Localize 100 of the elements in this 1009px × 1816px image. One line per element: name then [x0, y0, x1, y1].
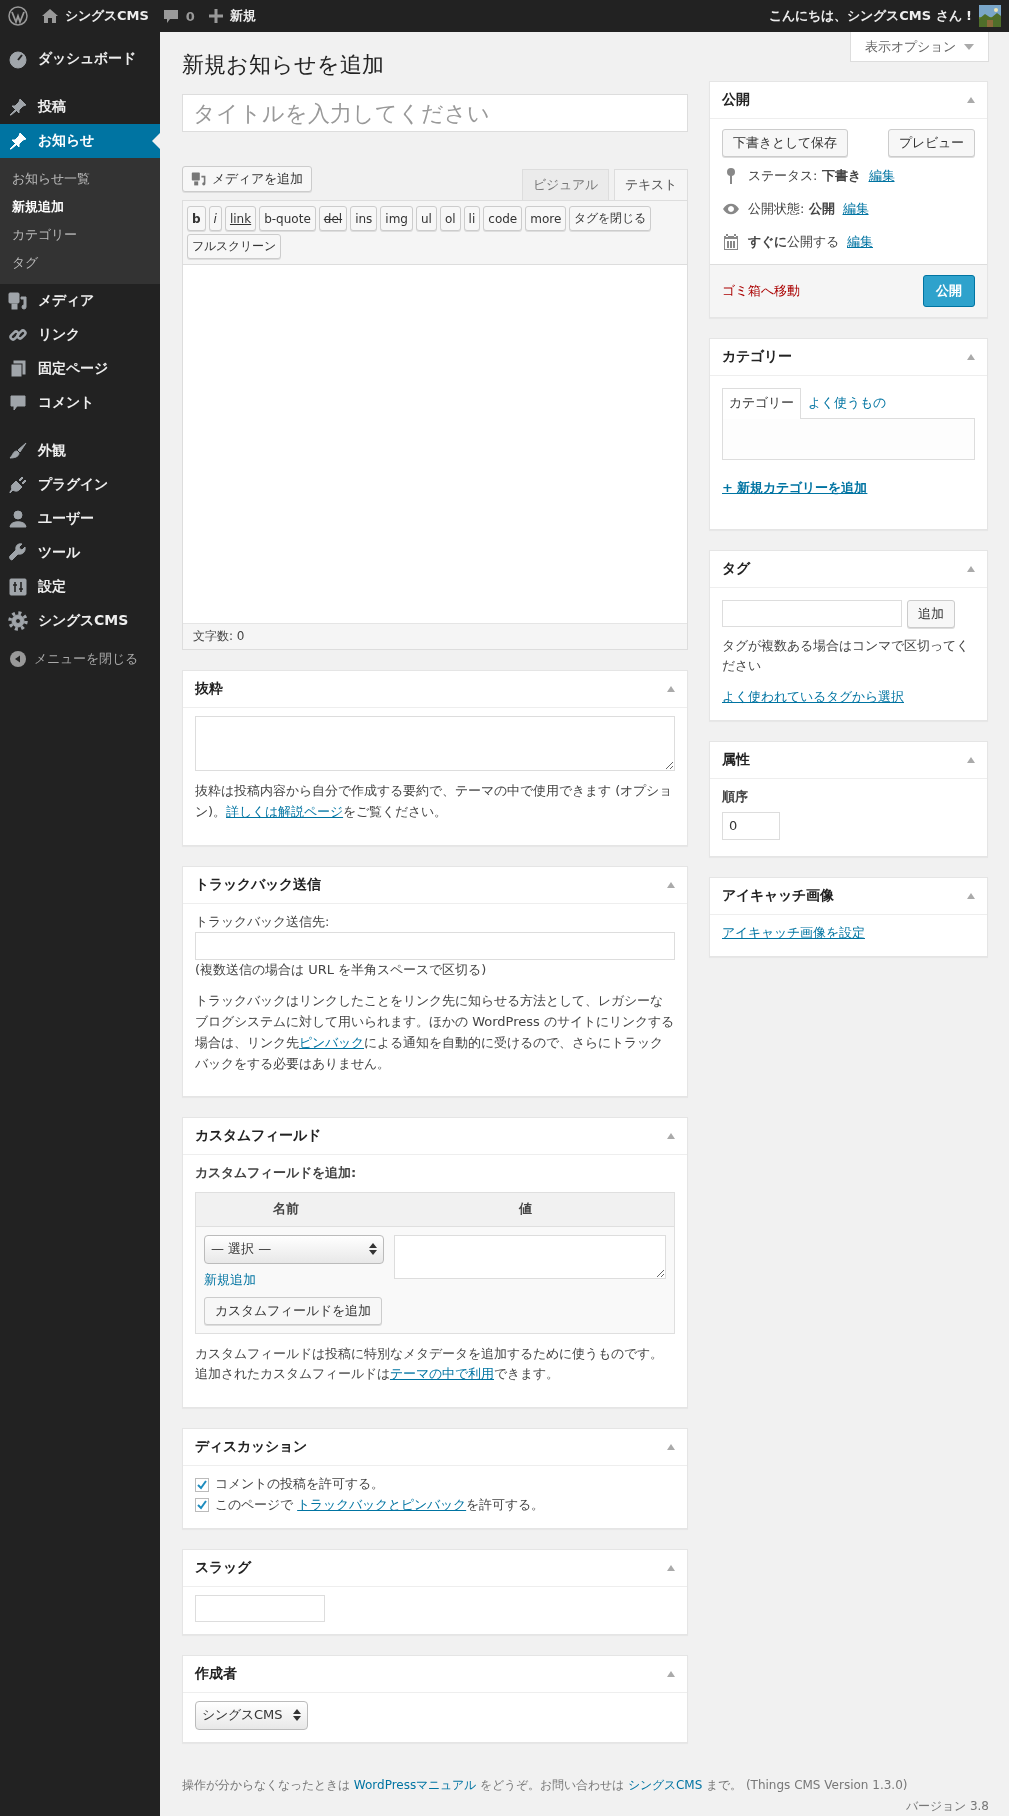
save-draft-button[interactable]: 下書きとして保存	[722, 129, 848, 157]
editor-tab[interactable]: ビジュアル	[522, 169, 609, 200]
collapse-arrow-icon[interactable]	[667, 881, 675, 888]
plug-icon	[8, 475, 28, 495]
collapse-arrow-icon[interactable]	[967, 97, 975, 103]
edit-link[interactable]: 編集	[847, 233, 873, 251]
editor-tab[interactable]: テキスト	[614, 169, 688, 200]
quicktag-button[interactable]: li	[463, 206, 481, 231]
collapse-arrow-icon[interactable]	[667, 1670, 675, 1677]
menu-item[interactable]: お知らせ	[0, 124, 160, 158]
quicktag-button[interactable]: ins	[350, 206, 378, 231]
collapse-arrow-icon[interactable]	[667, 1133, 675, 1140]
slug-field[interactable]	[195, 1594, 325, 1622]
menu-item[interactable]: 外観	[0, 434, 160, 468]
quicktag-button[interactable]: i	[208, 206, 222, 231]
menu-item[interactable]: 投稿	[0, 90, 160, 124]
submenu-item[interactable]: カテゴリー	[0, 221, 160, 249]
speech-bubble-icon[interactable]	[162, 8, 179, 24]
menu-item[interactable]: 設定	[0, 570, 160, 604]
name-select[interactable]: — 選択 —	[204, 1234, 384, 1264]
quicktag-button[interactable]: ol	[439, 206, 461, 231]
gear-icon	[8, 611, 28, 631]
checkbox[interactable]	[195, 1498, 209, 1513]
media-icon	[8, 291, 28, 311]
publish-setting: 公開状態: 公開	[748, 200, 835, 218]
menu-item[interactable]: リンク	[0, 318, 160, 352]
quicktag-button[interactable]: タグを閉じる	[569, 206, 652, 231]
home-icon[interactable]	[42, 8, 58, 24]
category-tab[interactable]: よく使うもの	[801, 388, 893, 418]
quicktag-button[interactable]: ul	[415, 206, 437, 231]
select-arrows-icon	[292, 1709, 301, 1722]
tag-field[interactable]	[722, 599, 902, 627]
collapse-arrow-icon[interactable]	[667, 1564, 675, 1571]
quicktag-button[interactable]: del	[318, 206, 348, 231]
category-tab[interactable]: カテゴリー	[722, 388, 801, 419]
add-custom-field-button[interactable]: カスタムフィールドを追加	[204, 1296, 382, 1325]
menu-item[interactable]: ダッシュボード	[0, 42, 160, 76]
collapse-arrow-icon[interactable]	[967, 565, 975, 572]
menu-item[interactable]: 固定ページ	[0, 352, 160, 386]
collapse-menu-button[interactable]: メニューを閉じる	[0, 642, 160, 676]
add-media-button[interactable]: メディアを追加	[182, 166, 312, 192]
box-title: タグ	[722, 559, 752, 578]
collapse-arrow-icon[interactable]	[667, 1444, 675, 1451]
help-link[interactable]: 詳しくは解説ページ	[226, 803, 344, 819]
popular-tags-link[interactable]: よく使われているタグから選択	[722, 689, 904, 705]
quicktag-button[interactable]: img	[380, 206, 413, 231]
help-link[interactable]: テーマの中で利用	[390, 1366, 494, 1382]
manual-link[interactable]: WordPressマニュアル	[353, 1777, 477, 1792]
order-field[interactable]: 0	[722, 811, 780, 840]
excerpt-field[interactable]	[195, 716, 675, 771]
section-heading: カスタムフィールドを追加:	[195, 1164, 358, 1183]
trackback-link[interactable]: トラックバックとピンバック	[297, 1496, 467, 1512]
media-icon	[191, 171, 207, 187]
author-select[interactable]: シングスCMS	[195, 1700, 308, 1730]
edit-link[interactable]: 編集	[842, 200, 869, 218]
site-name-link[interactable]: シングスCMS	[65, 7, 149, 25]
set-image-link[interactable]: アイキャッチ画像を設定	[722, 924, 865, 940]
add-tag-button[interactable]: 追加	[907, 599, 955, 628]
submenu-item[interactable]: お知らせ一覧	[0, 165, 160, 193]
title-field[interactable]: タイトルを入力してください	[182, 94, 688, 132]
add-category-link[interactable]: + 新規カテゴリーを追加	[722, 477, 868, 499]
quicktag-button[interactable]: more	[525, 206, 567, 231]
wordpress-logo-icon[interactable]	[8, 6, 28, 26]
submenu-item[interactable]: タグ	[0, 249, 160, 277]
new-field-link[interactable]: 新規追加	[204, 1269, 384, 1291]
description-text: カスタムフィールドは投稿に特別なメタデータを追加するために使うものです。追加されたカスタムフィールドはテーマの中で利用できます。	[195, 1344, 664, 1384]
menu-item[interactable]: シングスCMS	[0, 604, 160, 638]
help-link[interactable]: ピンバック	[299, 1034, 364, 1050]
collapse-arrow-icon[interactable]	[967, 757, 975, 763]
speech-bubble-icon	[8, 393, 28, 413]
screen-options-button[interactable]: 表示オプション	[850, 32, 989, 62]
quicktag-button[interactable]: link	[224, 206, 257, 231]
preview-button[interactable]: プレビュー	[888, 129, 975, 157]
user-icon	[8, 509, 28, 529]
quicktag-button[interactable]: b	[187, 206, 206, 231]
quicktag-button[interactable]: code	[483, 206, 523, 231]
edit-link[interactable]: 編集	[868, 167, 895, 185]
menu-item[interactable]: プラグイン	[0, 468, 160, 502]
new-link[interactable]: 新規	[229, 7, 256, 25]
plus-icon[interactable]	[208, 9, 223, 23]
contact-link[interactable]: シングスCMS	[627, 1777, 703, 1792]
menu-item[interactable]: ユーザー	[0, 502, 160, 536]
box-title: カテゴリー	[722, 348, 793, 366]
publish-setting: ステータス: 下書き	[748, 167, 861, 185]
quicktag-button[interactable]: フルスクリーン	[187, 234, 281, 259]
quicktag-button[interactable]: b-quote	[259, 206, 316, 231]
greeting[interactable]: こんにちは、シングスCMS さん !	[769, 7, 972, 25]
collapse-arrow-icon[interactable]	[667, 686, 675, 692]
checkbox[interactable]	[195, 1477, 209, 1492]
trackback-url-field[interactable]	[195, 932, 675, 961]
word-count: 文字数: 0	[193, 629, 245, 643]
menu-item[interactable]: ツール	[0, 536, 160, 570]
submenu-item[interactable]: 新規追加	[0, 193, 160, 221]
trash-link[interactable]: ゴミ箱へ移動	[722, 282, 800, 300]
menu-item[interactable]: メディア	[0, 284, 160, 318]
collapse-arrow-icon[interactable]	[967, 892, 975, 899]
collapse-arrow-icon[interactable]	[967, 354, 975, 360]
value-field[interactable]	[394, 1234, 666, 1279]
column-header: 名前	[272, 1200, 300, 1219]
menu-item[interactable]: コメント	[0, 386, 160, 420]
